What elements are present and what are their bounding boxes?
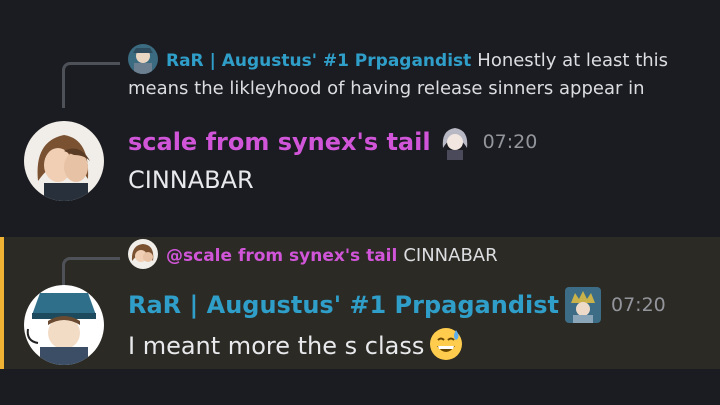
- author-name[interactable]: RaR | Augustus' #1 Prpagandist: [128, 291, 559, 319]
- previous-message-fragment: [128, 0, 134, 12]
- message-rar-highlighted[interactable]: @scale from synex's tail CINNABAR RaR | A…: [0, 237, 720, 369]
- chibi-role-icon[interactable]: [436, 124, 473, 160]
- author-name[interactable]: scale from synex's tail: [128, 128, 431, 156]
- sweat-smile-emoji[interactable]: [428, 326, 464, 368]
- reply-author-mention[interactable]: @scale from synex's tail: [166, 246, 397, 266]
- message-content: CINNABAR: [128, 166, 254, 194]
- message-header: scale from synex's tail 07:20: [128, 124, 537, 160]
- message-scale[interactable]: RaR | Augustus' #1 Prpagandist Honestly a…: [0, 40, 720, 220]
- timestamp[interactable]: 07:20: [611, 294, 666, 316]
- timestamp[interactable]: 07:20: [483, 131, 538, 153]
- message-content: I meant more the s class: [128, 326, 464, 368]
- reply-preview[interactable]: @scale from synex's tail CINNABAR: [128, 239, 498, 271]
- message-header: RaR | Augustus' #1 Prpagandist 07:20: [128, 287, 666, 323]
- mention-highlight-bar: [0, 237, 4, 369]
- reply-text-continued: means the likleyhood of having release s…: [128, 78, 645, 99]
- message-text: I meant more the s class: [128, 332, 425, 360]
- reply-preview[interactable]: RaR | Augustus' #1 Prpagandist Honestly a…: [128, 44, 669, 76]
- rar-avatar-icon: [128, 44, 158, 74]
- rar-avatar-icon[interactable]: [24, 285, 104, 365]
- reply-author[interactable]: RaR | Augustus' #1 Prpagandist: [166, 51, 471, 71]
- reply-spine: [62, 62, 120, 108]
- scale-avatar-icon: [128, 239, 158, 269]
- crown-role-icon[interactable]: [564, 287, 601, 323]
- reply-text: CINNABAR: [403, 245, 498, 266]
- reply-text: Honestly at least this: [477, 50, 669, 71]
- scale-avatar-icon[interactable]: [24, 121, 104, 201]
